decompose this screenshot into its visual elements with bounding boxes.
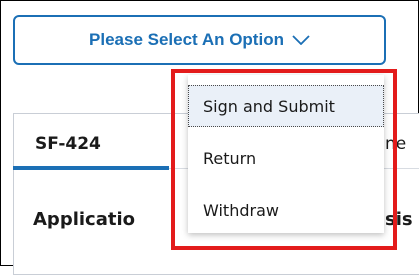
section-heading: Applicatio xyxy=(33,209,135,230)
chevron-down-icon xyxy=(292,35,310,45)
options-dropdown-menu: Sign and Submit Return Withdraw xyxy=(188,75,384,233)
select-option-label: Please Select An Option xyxy=(89,30,284,49)
section-heading-right-partial: sis xyxy=(385,209,413,230)
menu-item-sign-and-submit[interactable]: Sign and Submit xyxy=(188,85,384,127)
tab-sf424[interactable]: SF-424 xyxy=(35,134,101,154)
menu-item-return[interactable]: Return xyxy=(188,137,384,179)
menu-item-withdraw[interactable]: Withdraw xyxy=(188,189,384,231)
select-option-button[interactable]: Please Select An Option xyxy=(13,15,386,65)
tab-next-partial[interactable]: ne xyxy=(385,134,406,154)
active-tab-indicator xyxy=(13,166,169,170)
